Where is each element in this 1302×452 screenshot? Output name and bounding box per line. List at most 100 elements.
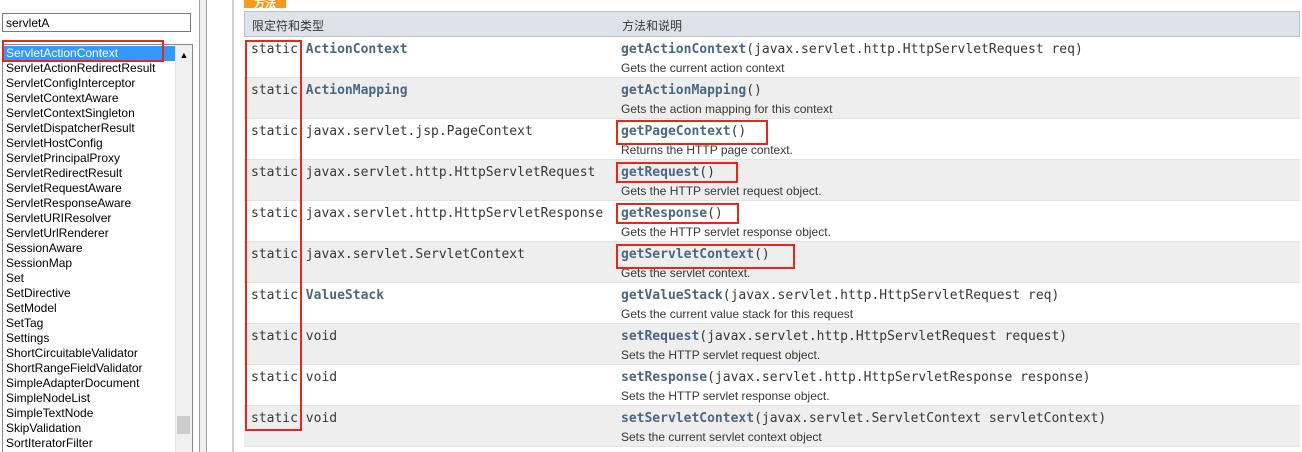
modifier-text: static	[251, 42, 298, 57]
modifier-type-cell: static void	[251, 411, 337, 426]
method-rows: static ActionContext getActionContext(jav…	[244, 37, 1300, 447]
modifier-type-cell: static ValueStack	[251, 288, 384, 303]
method-name-link[interactable]: getValueStack	[621, 288, 723, 303]
method-row: static ValueStack getValueStack(javax.ser…	[244, 283, 1300, 324]
modifier-text: static	[251, 124, 298, 139]
modifier-type-cell: static javax.servlet.jsp.PageContext	[251, 124, 533, 139]
method-name-link[interactable]: getActionContext	[621, 42, 746, 57]
class-list-item[interactable]: SortIteratorFilter	[3, 436, 176, 451]
return-type-text: void	[305, 411, 338, 426]
class-list-item[interactable]: ShortCircuitableValidator	[3, 346, 176, 361]
pane-splitter[interactable]	[199, 0, 207, 452]
method-params: (javax.servlet.ServletContext servletCon…	[754, 411, 1107, 426]
method-name-link[interactable]: setServletContext	[621, 411, 754, 426]
return-type-text: javax.servlet.http.HttpServletResponse	[305, 206, 604, 221]
scroll-up-arrow-icon[interactable]: ▲	[176, 47, 192, 63]
class-list-item[interactable]: ServletPrincipalProxy	[3, 151, 176, 166]
method-description: Gets the action mapping for this context	[621, 102, 833, 116]
return-type-text: void	[305, 329, 338, 344]
method-params: (javax.servlet.http.HttpServletRequest r…	[699, 329, 1068, 344]
modifier-type-cell: static void	[251, 329, 337, 344]
class-list-item[interactable]: ServletUrlRenderer	[3, 226, 176, 241]
class-list-item[interactable]: ServletURIResolver	[3, 211, 176, 226]
class-list-item[interactable]: ShortRangeFieldValidator	[3, 361, 176, 376]
method-params: ()	[754, 247, 770, 262]
return-type-link[interactable]: ActionContext	[306, 42, 408, 57]
method-name-link[interactable]: getPageContext	[621, 124, 731, 139]
class-list-item[interactable]: ServletConfigInterceptor	[3, 76, 176, 91]
modifier-type-cell: static ActionMapping	[251, 83, 408, 98]
return-type-link[interactable]: ActionMapping	[306, 83, 408, 98]
modifier-text: static	[251, 329, 298, 344]
method-row: static javax.servlet.http.HttpServletRes…	[244, 201, 1300, 242]
class-list-item[interactable]: ServletRequestAware	[3, 181, 176, 196]
class-list-item[interactable]: ServletHostConfig	[3, 136, 176, 151]
class-list-item[interactable]: ServletActionRedirectResult	[3, 61, 176, 76]
class-list[interactable]: ServletActionContext ServletActionRedirec…	[2, 44, 193, 452]
method-name-link[interactable]: getRequest	[621, 165, 699, 180]
class-list-item[interactable]: ServletRedirectResult	[3, 166, 176, 181]
method-name-link[interactable]: setResponse	[621, 370, 707, 385]
method-description: Gets the HTTP servlet request object.	[621, 184, 822, 198]
method-signature-cell: getActionMapping()	[621, 83, 762, 98]
modifier-text: static	[251, 83, 298, 98]
class-list-item[interactable]: ServletDispatcherResult	[3, 121, 176, 136]
class-list-item[interactable]: ServletContextAware	[3, 91, 176, 106]
return-type-text: javax.servlet.ServletContext	[305, 247, 525, 262]
modifier-text: static	[251, 370, 298, 385]
modifier-type-cell: static javax.servlet.http.HttpServletReq…	[251, 165, 595, 180]
method-row: static void setRequest(javax.servlet.http…	[244, 324, 1300, 365]
method-name-link[interactable]: getServletContext	[621, 247, 754, 262]
method-name-link[interactable]: getActionMapping	[621, 83, 746, 98]
return-type-link[interactable]: ValueStack	[306, 288, 384, 303]
class-list-item[interactable]: SimpleNodeList	[3, 391, 176, 406]
scroll-thumb[interactable]	[177, 416, 190, 434]
class-list-item[interactable]: Settings	[3, 331, 176, 346]
method-description: Gets the current action context	[621, 61, 785, 75]
method-summary: 方法 限定符和类型 方法和说明 static ActionContext getA…	[234, 0, 1302, 452]
method-params: (javax.servlet.http.HttpServletResponse …	[707, 370, 1091, 385]
class-list-item[interactable]: Set	[3, 271, 176, 286]
class-list-item[interactable]: ServletContextSingleton	[3, 106, 176, 121]
method-row: static javax.servlet.jsp.PageContext getP…	[244, 119, 1300, 160]
method-signature-cell: setResponse(javax.servlet.http.HttpServl…	[621, 370, 1091, 385]
method-params: (javax.servlet.http.HttpServletRequest r…	[722, 288, 1060, 303]
class-list-item[interactable]: SkipValidation	[3, 421, 176, 436]
method-signature-cell: getActionContext(javax.servlet.http.Http…	[621, 42, 1083, 57]
modifier-text: static	[251, 411, 298, 426]
class-list-item[interactable]: SimpleTextNode	[3, 406, 176, 421]
class-list-scrollbar[interactable]: ▲	[175, 45, 192, 452]
method-row: static void setResponse(javax.servlet.htt…	[244, 365, 1300, 406]
class-list-item[interactable]: SimpleAdapterDocument	[3, 376, 176, 391]
return-type-text: javax.servlet.http.HttpServletRequest	[305, 165, 596, 180]
method-name-link[interactable]: getResponse	[621, 206, 707, 221]
method-params: ()	[707, 206, 723, 221]
method-signature-cell: getResponse()	[621, 206, 723, 221]
class-list-item[interactable]: ServletActionContext	[3, 46, 176, 61]
class-filter-input[interactable]	[2, 13, 191, 32]
class-list-item[interactable]: SetTag	[3, 316, 176, 331]
class-list-item[interactable]: SetDirective	[3, 286, 176, 301]
method-params: ()	[699, 165, 715, 180]
method-summary-header: 限定符和类型 方法和说明	[244, 11, 1300, 37]
method-description: Gets the servlet context.	[621, 266, 751, 280]
class-list-items: ServletActionContext ServletActionRedirec…	[3, 46, 176, 451]
method-name-link[interactable]: setRequest	[621, 329, 699, 344]
class-list-item[interactable]: SessionAware	[3, 241, 176, 256]
method-signature-cell: getValueStack(javax.servlet.http.HttpSer…	[621, 288, 1059, 303]
pane-gutter	[207, 0, 232, 452]
return-type-text: void	[305, 370, 338, 385]
method-description: Gets the current value stack for this re…	[621, 307, 854, 321]
class-list-item[interactable]: ServletResponseAware	[3, 196, 176, 211]
class-list-item[interactable]: SessionMap	[3, 256, 176, 271]
method-description: Returns the HTTP page context.	[621, 143, 793, 157]
method-params: ()	[746, 83, 762, 98]
modifier-text: static	[251, 288, 298, 303]
method-row: static ActionMapping getActionMapping() Ge…	[244, 78, 1300, 119]
method-signature-cell: getRequest()	[621, 165, 715, 180]
class-index-pane: ServletActionContextServletActionRedirec…	[0, 0, 196, 452]
method-params: (javax.servlet.http.HttpServletRequest r…	[746, 42, 1083, 57]
method-description: Gets the HTTP servlet response object.	[621, 225, 831, 239]
method-row: static javax.servlet.http.HttpServletReq…	[244, 160, 1300, 201]
class-list-item[interactable]: SetModel	[3, 301, 176, 316]
